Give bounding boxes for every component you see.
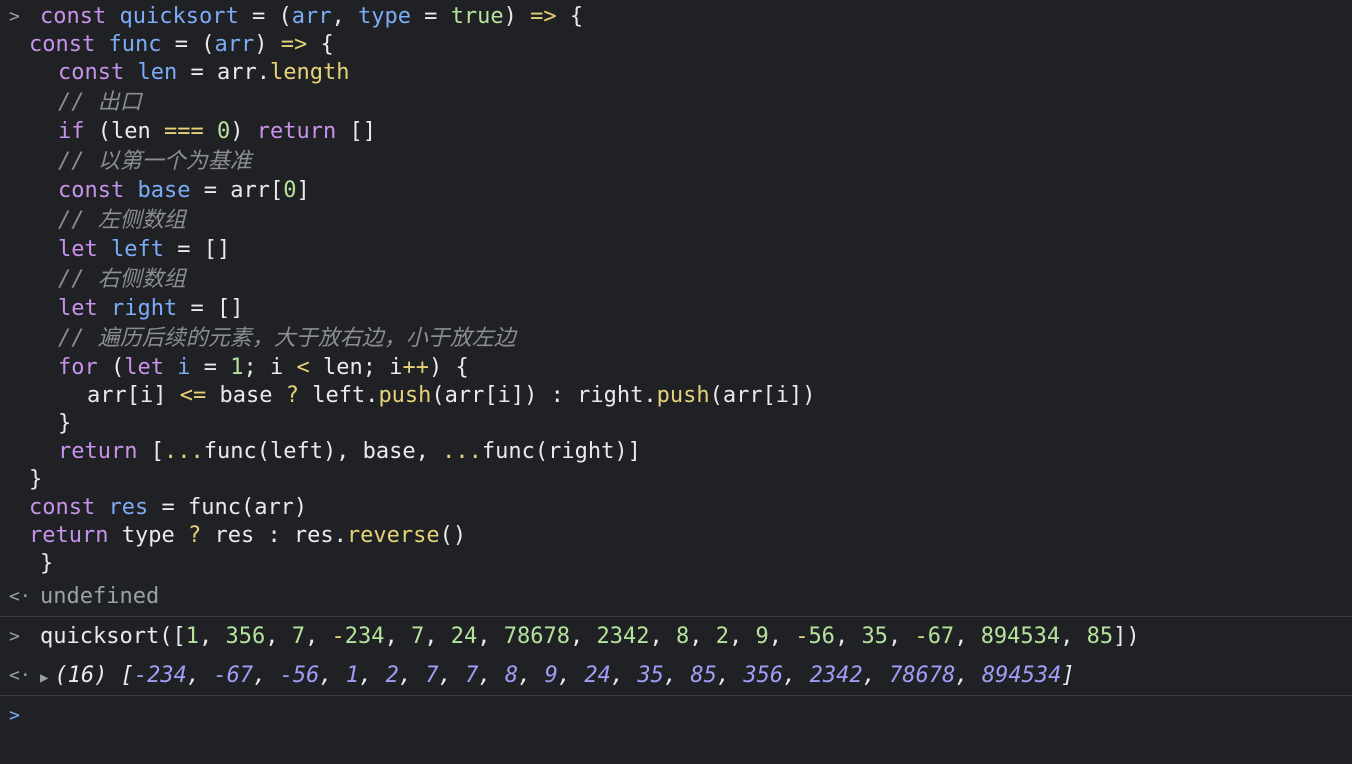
- console-input-entry[interactable]: > const quicksort = (arr, type = true) =>…: [0, 0, 1352, 578]
- code-line-7: const base = arr[0]: [58, 178, 310, 203]
- code-comment-3: // 左侧数组: [58, 208, 186, 233]
- array-item: -56: [279, 663, 320, 688]
- call-arg: 8: [675, 624, 690, 649]
- call-arg: 2342: [596, 624, 650, 649]
- call-arg: 356: [225, 624, 266, 649]
- console-input-call[interactable]: > quicksort([1, 356, 7, -234, 7, 24, 7867…: [0, 617, 1352, 657]
- code-line-15: }: [58, 411, 72, 436]
- call-arg: 85: [1086, 624, 1114, 649]
- code-comment-5: // 遍历后续的元素，大于放右边，小于放左边: [58, 326, 516, 351]
- call-arg: 7: [291, 624, 305, 649]
- input-prompt-icon: >: [9, 6, 20, 27]
- array-length: (16): [54, 663, 108, 688]
- result-arrow-icon: <·: [9, 586, 31, 607]
- code-line-3: const len = arr.length: [58, 60, 350, 85]
- array-item: 7: [465, 663, 479, 688]
- code-line-14: arr[i] <= base ? left.push(arr[i]) : rig…: [87, 383, 816, 408]
- code-comment-4: // 右侧数组: [58, 267, 186, 292]
- devtools-console: > const quicksort = (arr, type = true) =>…: [0, 0, 1352, 764]
- code-line-5: if (len === 0) return []: [58, 119, 376, 144]
- code-line-16: return [...func(left), base, ...func(rig…: [58, 439, 641, 464]
- console-result-array[interactable]: <· ▶ (16) [-234, -67, -56, 1, 2, 7, 7, 8, …: [0, 657, 1352, 695]
- array-item: 1: [345, 663, 360, 688]
- call-arg: 1: [185, 624, 199, 649]
- input-prompt-icon: >: [9, 626, 20, 647]
- array-item: 24: [584, 663, 611, 688]
- code-line-1: > const quicksort = (arr, type = true) =>…: [9, 4, 584, 29]
- code-line-13: for (let i = 1; i < len; i++) {: [58, 355, 469, 380]
- array-item: 78678: [889, 663, 956, 688]
- code-line-9: let left = []: [58, 237, 231, 262]
- code-line-20: }: [40, 551, 54, 576]
- array-item: 2342: [809, 663, 863, 688]
- call-arg: 894534: [980, 624, 1061, 649]
- call-arg: 56: [808, 624, 835, 649]
- array-item: 894534: [981, 663, 1062, 688]
- call-arg: 78678: [503, 624, 570, 649]
- call-arg: 24: [450, 624, 478, 649]
- console-result-undefined: <· undefined: [0, 578, 1352, 616]
- code-line-11: let right = []: [58, 296, 244, 321]
- array-item: -234: [133, 663, 187, 688]
- code-comment-2: // 以第一个为基准: [58, 149, 252, 174]
- array-item: 7: [425, 663, 439, 688]
- result-arrow-icon: <·: [9, 665, 31, 686]
- code-line-2: const func = (arr) => {: [29, 32, 334, 57]
- code-line-18: const res = func(arr): [29, 495, 308, 520]
- call-arg: 35: [861, 624, 888, 649]
- code-line-19: return type ? res : res.reverse(): [29, 523, 467, 548]
- active-prompt-icon: >: [9, 705, 20, 726]
- call-arg: 67: [927, 624, 955, 649]
- array-item: 85: [690, 663, 717, 688]
- array-item: -67: [213, 663, 254, 688]
- call-arg: 234: [344, 624, 385, 649]
- code-line-17: }: [29, 467, 43, 492]
- call-arg: 9: [755, 624, 769, 649]
- call-arg: 2: [715, 624, 729, 649]
- array-item: 8: [504, 663, 519, 688]
- call-arg: 7: [410, 624, 425, 649]
- expand-triangle-icon[interactable]: ▶: [40, 670, 48, 686]
- array-item: 2: [385, 663, 399, 688]
- code-comment-1: // 出口: [58, 90, 142, 115]
- console-prompt-input[interactable]: >: [0, 696, 1352, 736]
- array-item: 9: [544, 663, 558, 688]
- array-item: 356: [743, 663, 784, 688]
- array-item: 35: [637, 663, 664, 688]
